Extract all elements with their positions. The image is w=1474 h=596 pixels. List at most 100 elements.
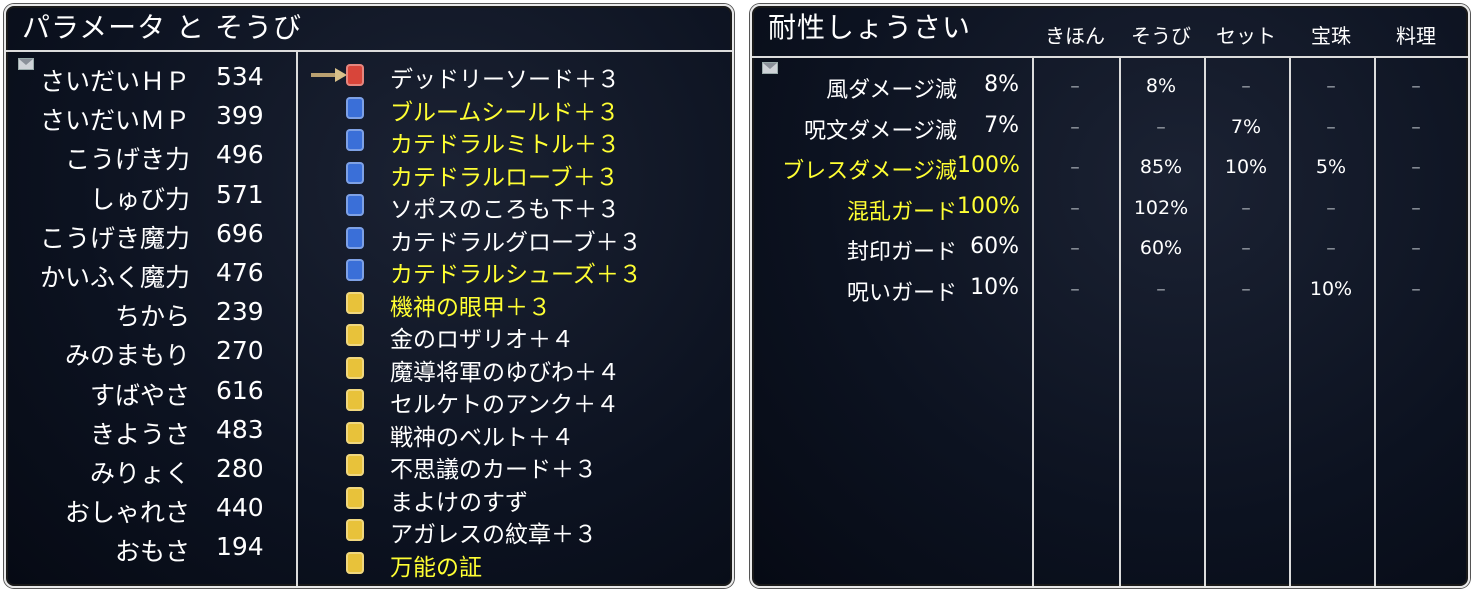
body-upper-icon	[346, 161, 364, 184]
stat-value: 534	[216, 62, 264, 91]
stat-value: 399	[216, 101, 264, 131]
stat-name: おしゃれさ	[64, 498, 190, 528]
equipment-name: 魔導将軍のゆびわ＋４	[390, 359, 620, 386]
resistance-cell: –	[1156, 277, 1166, 300]
stat-name: さいだいＨＰ	[39, 67, 190, 96]
face-accessory-icon	[346, 291, 364, 314]
equipment-name: ブルームシールド＋３	[390, 99, 620, 126]
resistance-cell: –	[1411, 196, 1421, 219]
resistance-cell: –	[1326, 196, 1336, 219]
stat-value: 496	[216, 140, 264, 170]
resistance-row: 封印ガード 60% – 60% – – –	[752, 234, 1468, 274]
resistance-name: 混乱ガード	[846, 199, 957, 225]
resistance-cell: –	[1070, 196, 1080, 219]
resistance-cell: –	[1070, 75, 1080, 97]
resistance-cell: –	[1411, 115, 1421, 138]
stat-name: かいふく魔力	[39, 263, 190, 292]
foot-icon	[346, 259, 364, 281]
resistance-total: 100%	[957, 193, 1020, 219]
resistance-total: 7%	[984, 112, 1019, 138]
body-lower-icon	[346, 194, 364, 216]
stat-value: 571	[216, 179, 264, 209]
resistance-cell: –	[1326, 115, 1336, 138]
stat-row: こうげき力 496	[20, 140, 275, 178]
column-header: そうび	[1131, 24, 1191, 48]
resistance-cell: 8%	[1145, 75, 1177, 97]
resistance-cell: –	[1241, 237, 1251, 259]
stat-row: こうげき魔力 696	[20, 219, 275, 257]
resistance-name: 呪いガード	[846, 280, 957, 306]
stat-name: しゅび力	[89, 184, 190, 214]
proof-accessory-icon	[346, 551, 364, 574]
resistance-cell: –	[1241, 196, 1251, 219]
resistance-total: 8%	[984, 72, 1019, 97]
equipment-name: カテドラルミトル＋３	[390, 132, 620, 158]
stat-row: さいだいＨＰ 534	[20, 62, 275, 100]
stat-value: 194	[216, 532, 264, 562]
chest-accessory-icon	[346, 389, 364, 411]
resistance-total: 100%	[957, 153, 1020, 178]
panel-title: 耐性しょうさい	[768, 11, 972, 44]
equipment-name: 金のロザリオ＋４	[390, 327, 574, 353]
waist-accessory-icon	[346, 421, 364, 444]
resistance-row: 混乱ガード 100% – 102% – – –	[752, 194, 1468, 234]
resistance-cell: –	[1070, 156, 1080, 178]
resistance-cell: –	[1241, 75, 1251, 97]
resistance-cell: 60%	[1139, 237, 1183, 259]
resistance-cell: –	[1241, 277, 1251, 300]
resistance-name: 風ダメージ減	[826, 78, 957, 103]
resistance-row: 呪文ダメージ減 7% – – 7% – –	[752, 113, 1468, 153]
stat-value: 696	[216, 218, 264, 248]
crest-accessory-icon	[346, 519, 364, 541]
stat-row: すばやさ 616	[20, 376, 275, 414]
column-header: 料理	[1396, 24, 1436, 48]
resistance-cell: –	[1326, 75, 1336, 97]
panel-title: パラメータ と そうび	[22, 11, 302, 44]
stat-name: きようさ	[89, 419, 190, 449]
equipment-name: 機神の眼甲＋３	[390, 294, 551, 321]
neck-accessory-icon	[346, 324, 364, 346]
resistance-name: 封印ガード	[846, 240, 957, 265]
resistance-cell: –	[1070, 237, 1080, 259]
stat-name: こうげき力	[64, 145, 190, 175]
card-accessory-icon	[346, 454, 364, 476]
stat-row: かいふく魔力 476	[20, 258, 275, 296]
resistance-cell: –	[1070, 115, 1080, 138]
column-divider	[296, 52, 298, 586]
resistance-cell: –	[1070, 277, 1080, 300]
resistance-cell: –	[1411, 156, 1421, 178]
resistance-total: 10%	[970, 274, 1019, 300]
column-header: 宝珠	[1311, 24, 1351, 48]
stat-row: きようさ 483	[20, 415, 275, 453]
parameters-equipment-panel: パラメータ と そうび さいだいＨＰ 534 さいだいＭＰ 399 こうげき力 496 しゅ…	[4, 4, 734, 588]
equipment-name: セルケトのアンク＋４	[390, 392, 620, 418]
weapon-equipped-icon	[311, 68, 347, 82]
resistance-cell: 102%	[1133, 196, 1189, 219]
resistance-cell: –	[1156, 115, 1166, 138]
stat-row: みりょく 280	[20, 454, 275, 492]
stat-name: さいだいＭＰ	[39, 106, 190, 136]
header-divider	[752, 56, 1468, 58]
resistance-name: ブレスダメージ減	[782, 159, 957, 184]
other-accessory-icon	[346, 486, 364, 509]
equipment-name: デッドリーソード＋３	[390, 67, 620, 93]
resistance-row: 呪いガード 10% – – – 10% –	[752, 275, 1468, 315]
stat-name: おもさ	[114, 537, 190, 567]
stat-value: 483	[216, 414, 264, 444]
equipment-name: ソポスのころも下＋３	[390, 197, 620, 223]
column-header: セット	[1216, 24, 1276, 48]
resistance-cell: 7%	[1230, 115, 1262, 138]
equipment-name: 戦神のベルト＋４	[390, 424, 574, 451]
resistance-cell: 5%	[1315, 156, 1347, 178]
resistance-details-panel: 耐性しょうさい きほん そうび セット 宝珠 料理 風ダメージ減 8% –8% – – – 呪文ダメ…	[750, 4, 1470, 588]
stat-value: 440	[216, 493, 264, 523]
resistance-name: 呪文ダメージ減	[804, 118, 957, 144]
resistance-total: 60%	[970, 234, 1019, 259]
resistance-cell: –	[1411, 237, 1421, 259]
sword-icon	[346, 64, 364, 86]
stat-value: 270	[216, 336, 264, 366]
arm-icon	[346, 226, 364, 249]
resistance-row: 風ダメージ減 8% – 8% – – –	[752, 72, 1468, 112]
stat-row: ちから 239	[20, 297, 275, 335]
stat-row: おもさ 194	[20, 532, 275, 570]
